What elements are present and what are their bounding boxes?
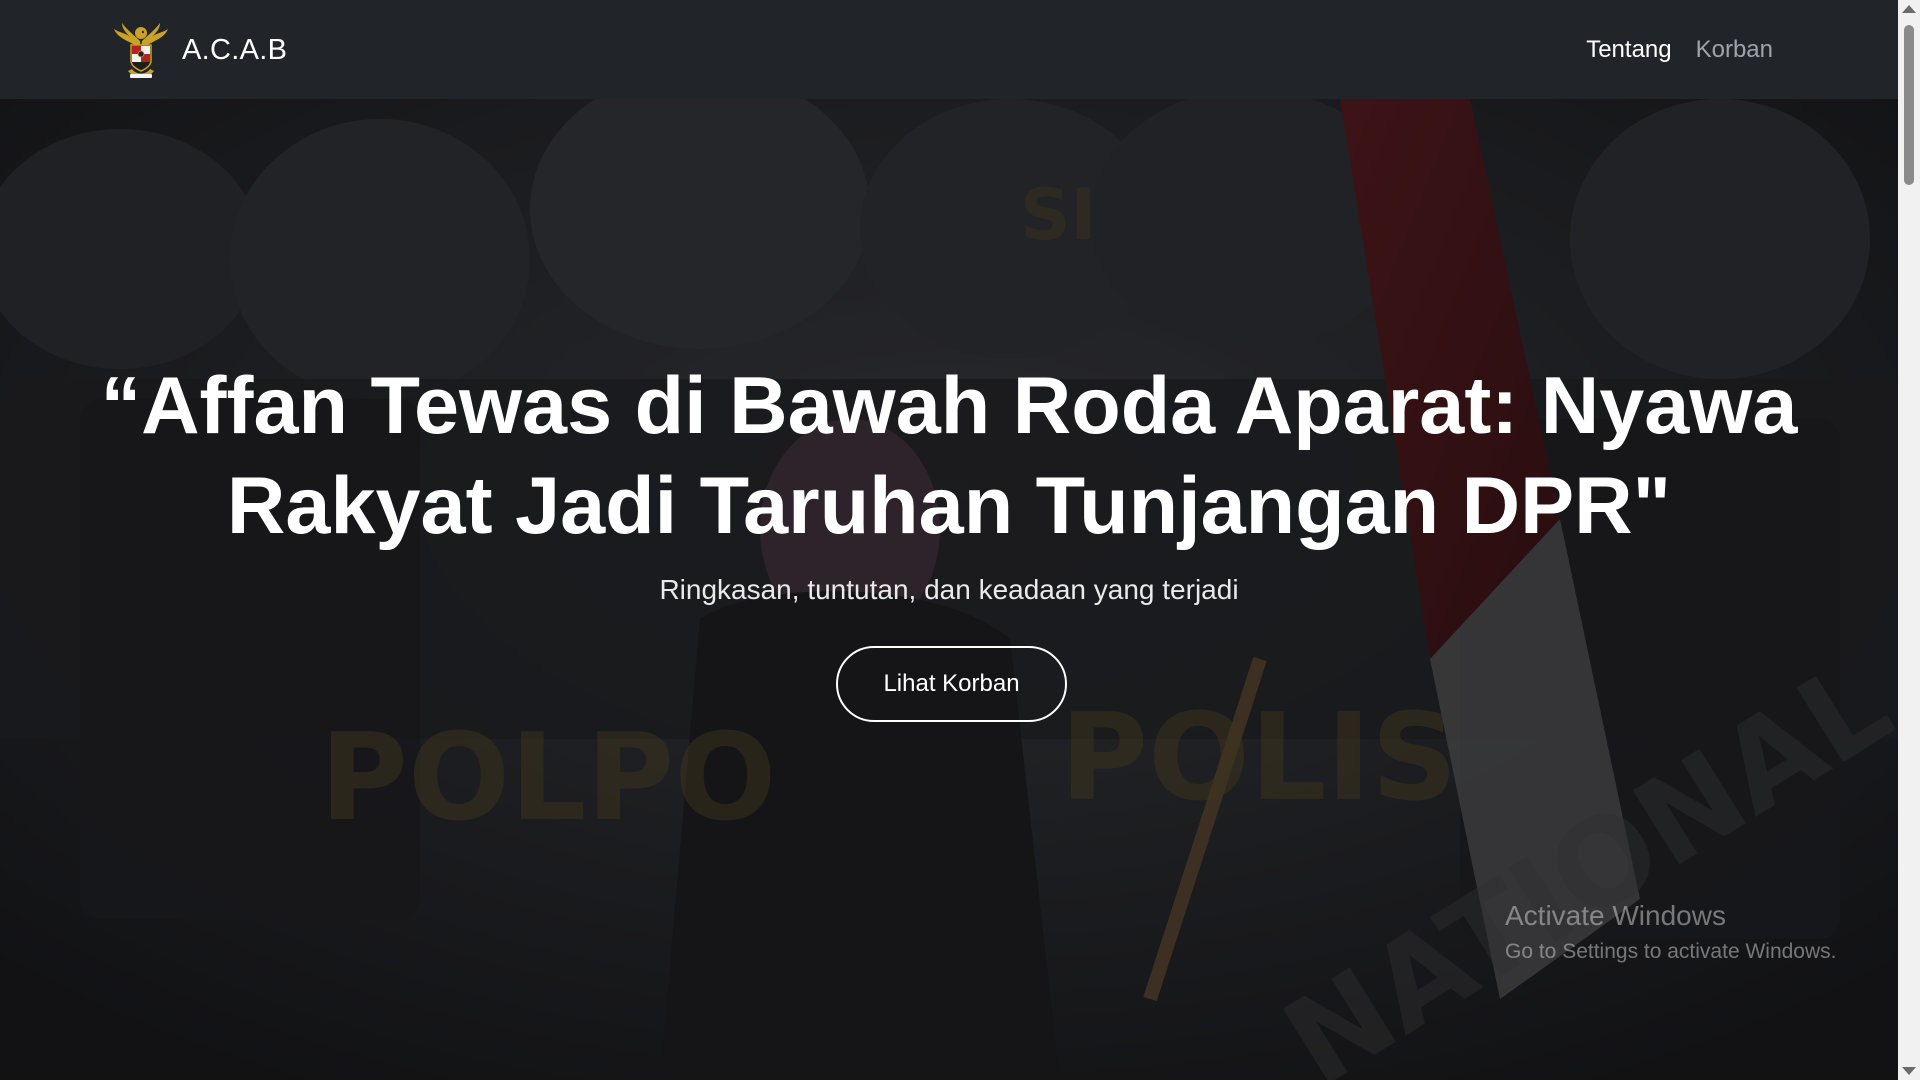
vertical-scrollbar[interactable]: [1898, 0, 1920, 1080]
nav-link-korban[interactable]: Korban: [1696, 36, 1773, 64]
page-viewport: A.C.A.B Tentang Korban POLPO POLIS SI NA…: [0, 0, 1898, 1080]
nav-links: Tentang Korban: [1586, 36, 1773, 64]
hero-content: “Affan Tewas di Bawah Roda Aparat: Nyawa…: [0, 356, 1898, 722]
scroll-up-arrow-icon[interactable]: [1902, 5, 1916, 13]
watermark-title: Activate Windows: [1505, 900, 1726, 931]
navbar: A.C.A.B Tentang Korban: [0, 0, 1898, 99]
scroll-down-arrow-icon[interactable]: [1902, 1067, 1916, 1075]
garuda-emblem-icon: [114, 23, 168, 78]
hero-subtitle: Ringkasan, tuntutan, dan keadaan yang te…: [659, 574, 1239, 605]
brand-link[interactable]: A.C.A.B: [110, 19, 287, 81]
view-victims-button[interactable]: Lihat Korban: [836, 646, 1067, 722]
watermark-subtitle: Go to Settings to activate Windows.: [1505, 940, 1837, 963]
brand-name: A.C.A.B: [182, 33, 288, 66]
hero-title: “Affan Tewas di Bawah Roda Aparat: Nyawa…: [100, 361, 1798, 551]
nav-link-tentang[interactable]: Tentang: [1586, 36, 1671, 64]
activate-windows-watermark: Activate Windows Go to Settings to activ…: [1505, 900, 1837, 964]
scroll-thumb[interactable]: [1904, 25, 1914, 185]
